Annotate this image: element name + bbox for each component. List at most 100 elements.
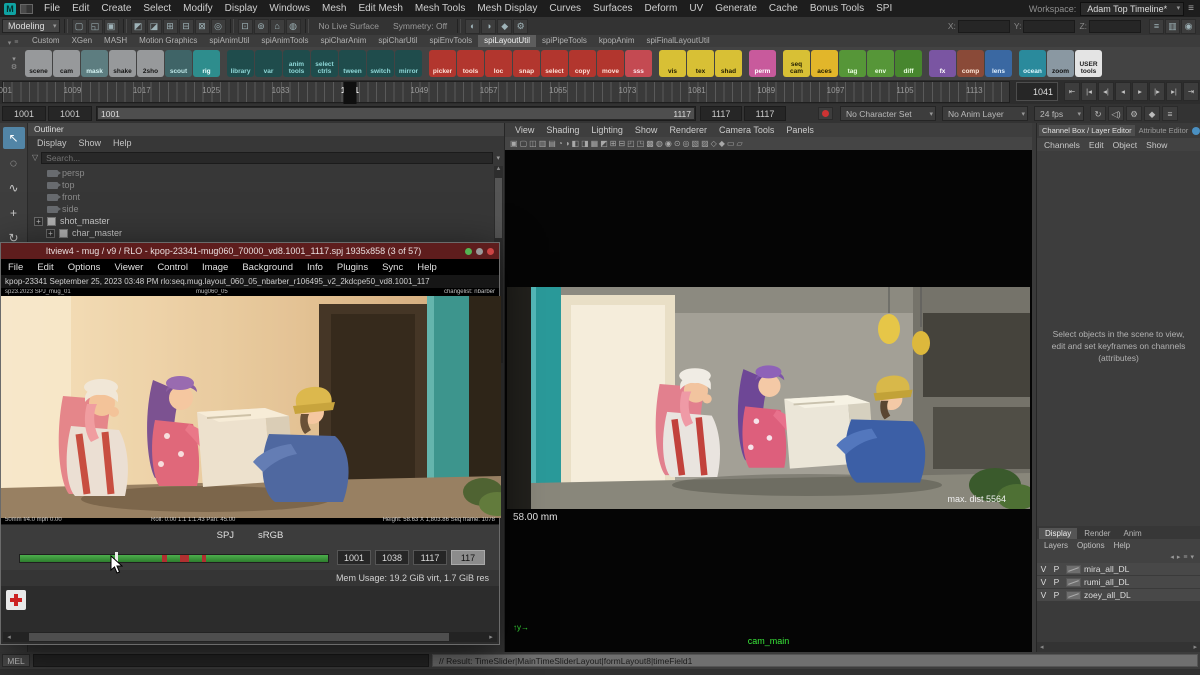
shelf-icon-shake[interactable]: shake bbox=[109, 50, 136, 77]
layer-visibility-toggle[interactable]: V bbox=[1037, 590, 1050, 600]
tool-settings-icon[interactable] bbox=[1192, 127, 1200, 135]
layer-color-chip[interactable] bbox=[1066, 591, 1081, 600]
viewport-menu-camera-tools[interactable]: Camera Tools bbox=[713, 125, 780, 135]
itview-image-area[interactable]: sp23.2023 SPJ_mug_01 mug060_05 changelis… bbox=[1, 288, 499, 524]
viewport-toolbar-icon[interactable]: ◇ bbox=[711, 139, 717, 148]
shelf-tab-XGen[interactable]: XGen bbox=[66, 35, 98, 47]
shelf-icon-vis[interactable]: vis bbox=[659, 50, 686, 77]
itview-titlebar[interactable]: Itview4 - mug / v9 / RLO - kpop-23341-mu… bbox=[1, 243, 499, 259]
capture-icon[interactable]: ◉ bbox=[1181, 19, 1196, 34]
shelf-icon-user-tools[interactable]: USER tools bbox=[1075, 50, 1102, 77]
shelf-icon-loc[interactable]: loc bbox=[485, 50, 512, 77]
shelf-tab-spiAnimTools[interactable]: spiAnimTools bbox=[255, 35, 314, 47]
itview-menu-help[interactable]: Help bbox=[410, 262, 444, 273]
health-cross-icon[interactable] bbox=[6, 590, 26, 610]
snap-point-icon[interactable]: ⌂ bbox=[270, 19, 285, 34]
shelf-tab-switcher[interactable]: ▾≡ bbox=[0, 39, 26, 47]
menu-cache[interactable]: Cache bbox=[763, 2, 804, 15]
shelf-icon-cam[interactable]: cam bbox=[53, 50, 80, 77]
itview-timeline-track[interactable] bbox=[19, 554, 329, 563]
layer-playback-toggle[interactable]: P bbox=[1050, 590, 1063, 600]
character-set-dropdown[interactable]: No Character Set bbox=[840, 106, 936, 121]
viewport-canvas[interactable]: 58.00 mm max. dist 5564 cam_main ↑y→ bbox=[505, 150, 1032, 652]
shelf-icon-var[interactable]: var bbox=[255, 50, 282, 77]
step-forward-frame-button[interactable]: |▸ bbox=[1149, 82, 1165, 101]
itview-menu-background[interactable]: Background bbox=[235, 262, 300, 273]
step-preferences-icon[interactable]: ⚙ bbox=[1126, 106, 1142, 121]
itview-horizontal-scrollbar[interactable]: ◂ ▸ bbox=[3, 632, 497, 642]
menu-select[interactable]: Select bbox=[137, 2, 177, 15]
viewport-toolbar-icon[interactable]: ◑ bbox=[565, 139, 570, 148]
tab-attribute-editor[interactable]: Attribute Editor bbox=[1137, 125, 1191, 136]
menu-create[interactable]: Create bbox=[95, 2, 137, 15]
layer-playback-toggle[interactable]: P bbox=[1050, 577, 1063, 587]
hamburger-icon[interactable]: ≡ bbox=[1188, 3, 1194, 14]
layer-color-chip[interactable] bbox=[1066, 565, 1081, 574]
window-gray-dot-icon[interactable] bbox=[476, 248, 483, 255]
layer-toolbar-icon[interactable]: ≡ bbox=[1183, 554, 1187, 561]
outliner-menu-display[interactable]: Display bbox=[32, 138, 72, 148]
key-icon[interactable]: ◆ bbox=[1144, 106, 1160, 121]
outliner-item-side[interactable]: side bbox=[28, 203, 504, 215]
outliner-item-char_master[interactable]: +char_master bbox=[28, 227, 504, 239]
render-settings-icon[interactable]: ◆ bbox=[497, 19, 512, 34]
select-tool[interactable]: ↖ bbox=[3, 127, 25, 149]
layer-visibility-toggle[interactable]: V bbox=[1037, 564, 1050, 574]
layer-row-mira_all_DL[interactable]: VPmira_all_DL bbox=[1037, 563, 1200, 576]
shelf-icon-fx[interactable]: fx bbox=[929, 50, 956, 77]
channel-box-menu-show[interactable]: Show bbox=[1142, 140, 1171, 150]
viewport-menu-lighting[interactable]: Lighting bbox=[585, 125, 629, 135]
shelf-icon-move[interactable]: move bbox=[597, 50, 624, 77]
expand-icon[interactable]: + bbox=[34, 217, 43, 226]
menu-windows[interactable]: Windows bbox=[263, 2, 316, 15]
itview-menu-info[interactable]: Info bbox=[300, 262, 330, 273]
viewport-toolbar-icon[interactable]: ▥ bbox=[539, 139, 547, 148]
shelf-tab-spiCharAnim[interactable]: spiCharAnim bbox=[315, 35, 373, 47]
paint-select-tool[interactable]: ∿ bbox=[3, 177, 25, 199]
lasso-tool[interactable]: ◌ bbox=[3, 152, 25, 174]
mel-command-input[interactable] bbox=[33, 654, 429, 667]
shelf-icon-select[interactable]: select bbox=[541, 50, 568, 77]
outliner-item-top[interactable]: top bbox=[28, 179, 504, 191]
menu-mesh[interactable]: Mesh bbox=[316, 2, 352, 15]
shelf-icon-tag[interactable]: tag bbox=[839, 50, 866, 77]
anim-layer-dropdown[interactable]: No Anim Layer bbox=[942, 106, 1028, 121]
fps-dropdown[interactable]: 24 fps bbox=[1034, 106, 1084, 121]
highlight-selection-icon[interactable]: ⊠ bbox=[195, 19, 210, 34]
scroll-right-icon[interactable]: ▸ bbox=[485, 633, 497, 641]
viewport-toolbar-icon[interactable]: ◨ bbox=[581, 139, 589, 148]
srgb-button[interactable]: sRGB bbox=[258, 530, 283, 541]
window-green-dot-icon[interactable] bbox=[465, 248, 472, 255]
shelf-icon-tools[interactable]: tools bbox=[457, 50, 484, 77]
layer-visibility-toggle[interactable]: V bbox=[1037, 577, 1050, 587]
select-object-icon[interactable]: ◪ bbox=[147, 19, 162, 34]
viewport-menu-show[interactable]: Show bbox=[629, 125, 664, 135]
channel-box-menu-object[interactable]: Object bbox=[1109, 140, 1142, 150]
menu-surfaces[interactable]: Surfaces bbox=[587, 2, 638, 15]
itview-menu-plugins[interactable]: Plugins bbox=[330, 262, 375, 273]
itview-frame-field[interactable]: 1117 bbox=[413, 550, 447, 565]
play-backward-button[interactable]: ◂ bbox=[1115, 82, 1131, 101]
shelf-icon-sss[interactable]: sss bbox=[625, 50, 652, 77]
shelf-icon-rig[interactable]: rig bbox=[193, 50, 220, 77]
viewport-toolbar-icon[interactable]: ▦ bbox=[591, 139, 599, 148]
filter-icon[interactable]: ▽ bbox=[32, 153, 38, 162]
shelf-tab-spiPipeTools[interactable]: spiPipeTools bbox=[536, 35, 593, 47]
itview-menu-image[interactable]: Image bbox=[195, 262, 235, 273]
menu-generate[interactable]: Generate bbox=[709, 2, 763, 15]
select-hierarchy-icon[interactable]: ◩ bbox=[131, 19, 146, 34]
shelf-tab-spiEnvTools[interactable]: spiEnvTools bbox=[423, 35, 478, 47]
viewport-menu-panels[interactable]: Panels bbox=[780, 125, 820, 135]
menu-curves[interactable]: Curves bbox=[543, 2, 587, 15]
shelf-icon-mask[interactable]: mask bbox=[81, 50, 108, 77]
select-component-icon[interactable]: ⊞ bbox=[163, 19, 178, 34]
itview-frame-field[interactable]: 1001 bbox=[337, 550, 371, 565]
menu-spi[interactable]: SPI bbox=[870, 2, 898, 15]
shelf-tab-spiCharUtil[interactable]: spiCharUtil bbox=[372, 35, 423, 47]
select-mask-icon[interactable]: ⊟ bbox=[179, 19, 194, 34]
viewport-toolbar-icon[interactable]: ⊞ bbox=[610, 139, 617, 148]
axis-input[interactable] bbox=[1089, 20, 1141, 33]
itview-menu-edit[interactable]: Edit bbox=[30, 262, 60, 273]
timeline-playhead[interactable] bbox=[343, 82, 356, 104]
layer-menu-layers[interactable]: Layers bbox=[1040, 541, 1072, 550]
